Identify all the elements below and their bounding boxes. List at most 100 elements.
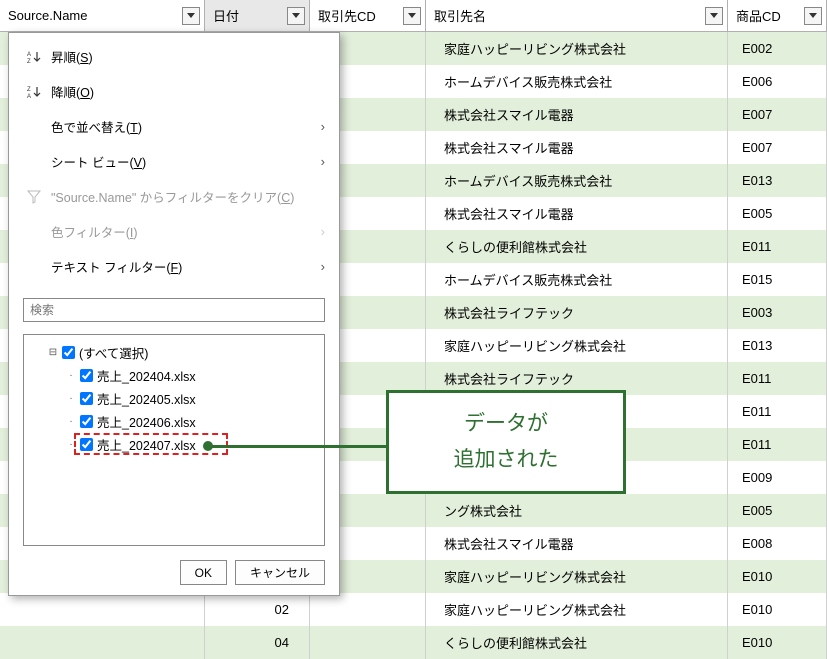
chevron-right-icon: ›: [321, 154, 325, 169]
color-filter-label: 色フィルター(I): [51, 222, 321, 241]
dropdown-product[interactable]: [804, 7, 822, 25]
filter-value-label: 売上_202406.xlsx: [97, 412, 196, 431]
svg-text:A: A: [27, 94, 31, 99]
cell-product: E011: [728, 230, 827, 263]
select-all-item[interactable]: ⊟ (すべて選択): [28, 341, 320, 364]
header-product-label: 商品CD: [736, 6, 800, 25]
sort-by-color[interactable]: 色で並べ替え(T) ›: [9, 109, 339, 144]
header-cd-label: 取引先CD: [318, 6, 399, 25]
svg-text:Z: Z: [27, 87, 31, 93]
chevron-down-icon: [710, 13, 718, 18]
svg-text:A: A: [27, 52, 31, 58]
cell-product: E013: [728, 329, 827, 362]
color-filter: 色フィルター(I) ›: [9, 214, 339, 249]
text-filter[interactable]: テキスト フィルター(F) ›: [9, 249, 339, 284]
annotation-callout: データが 追加された: [386, 390, 626, 494]
cell-product: E011: [728, 395, 827, 428]
table-header: Source.Name 日付 取引先CD 取引先名 商品CD: [0, 0, 827, 32]
tree-leaf-icon: ·: [64, 393, 78, 404]
filter-value-item[interactable]: · 売上_202404.xlsx: [28, 364, 320, 387]
svg-text:Z: Z: [27, 59, 31, 64]
menu-list: AZ 昇順(S) ZA 降順(O) 色で並べ替え(T) › シート ビュー(V)…: [9, 33, 339, 290]
header-source: Source.Name: [0, 0, 205, 31]
cell-name: 家庭ハッピーリビング株式会社: [426, 32, 728, 65]
filter-values-area: ⊟ (すべて選択) · 売上_202404.xlsx · 売上_202405.x…: [23, 334, 325, 546]
cell-source: [0, 626, 205, 659]
sort-by-color-label: 色で並べ替え(T): [51, 117, 321, 136]
sheet-view[interactable]: シート ビュー(V) ›: [9, 144, 339, 179]
cell-name: 家庭ハッピーリビング株式会社: [426, 329, 728, 362]
cell-date-fragment: 04: [205, 626, 310, 659]
filter-dropdown-panel: AZ 昇順(S) ZA 降順(O) 色で並べ替え(T) › シート ビュー(V)…: [8, 32, 340, 596]
funnel-clear-icon: [27, 190, 51, 204]
cancel-button[interactable]: キャンセル: [235, 560, 325, 585]
search-input[interactable]: [23, 298, 325, 322]
select-all-label: (すべて選択): [79, 343, 148, 362]
filter-value-label: 売上_202407.xlsx: [97, 435, 196, 454]
sort-ascending[interactable]: AZ 昇順(S): [9, 39, 339, 74]
cell-source: [0, 593, 205, 626]
cell-name: ホームデバイス販売株式会社: [426, 65, 728, 98]
header-name-label: 取引先名: [434, 6, 701, 25]
header-cd: 取引先CD: [310, 0, 426, 31]
filter-value-checkbox[interactable]: [80, 369, 93, 382]
sheet-view-label: シート ビュー(V): [51, 152, 321, 171]
cell-product: E005: [728, 494, 827, 527]
filter-value-item[interactable]: · 売上_202405.xlsx: [28, 387, 320, 410]
dropdown-cd[interactable]: [403, 7, 421, 25]
cell-product: E005: [728, 197, 827, 230]
chevron-right-icon: ›: [321, 119, 325, 134]
callout-text-2: 追加された: [454, 442, 559, 478]
cell-cd: [310, 626, 426, 659]
cell-product: E013: [728, 164, 827, 197]
search-container: [9, 290, 339, 330]
tree-leaf-icon: ·: [64, 416, 78, 427]
filter-value-label: 売上_202404.xlsx: [97, 366, 196, 385]
dropdown-source[interactable]: [182, 7, 200, 25]
header-product: 商品CD: [728, 0, 827, 31]
cell-date-fragment: 02: [205, 593, 310, 626]
filter-value-checkbox[interactable]: [80, 392, 93, 405]
filter-value-checkbox[interactable]: [80, 438, 93, 451]
table-row[interactable]: 02 家庭ハッピーリビング株式会社 E010: [0, 593, 827, 626]
cell-name: くらしの便利館株式会社: [426, 626, 728, 659]
cell-cd: [310, 593, 426, 626]
dropdown-name[interactable]: [705, 7, 723, 25]
filter-value-label: 売上_202405.xlsx: [97, 389, 196, 408]
filter-value-checkbox[interactable]: [80, 415, 93, 428]
chevron-right-icon: ›: [321, 259, 325, 274]
sort-descending[interactable]: ZA 降順(O): [9, 74, 339, 109]
cell-product: E010: [728, 626, 827, 659]
ok-button[interactable]: OK: [180, 560, 227, 585]
cell-product: E011: [728, 362, 827, 395]
filter-value-item[interactable]: · 売上_202406.xlsx: [28, 410, 320, 433]
cell-product: E007: [728, 98, 827, 131]
cell-name: 株式会社スマイル電器: [426, 98, 728, 131]
select-all-checkbox[interactable]: [62, 346, 75, 359]
table-row[interactable]: 04 くらしの便利館株式会社 E010: [0, 626, 827, 659]
header-source-label: Source.Name: [8, 8, 178, 23]
cell-name: 株式会社スマイル電器: [426, 131, 728, 164]
cell-name: 家庭ハッピーリビング株式会社: [426, 593, 728, 626]
tree-collapse-icon[interactable]: ⊟: [46, 347, 60, 358]
chevron-down-icon: [292, 13, 300, 18]
sort-desc-icon: ZA: [27, 85, 51, 99]
cell-product: E008: [728, 527, 827, 560]
cell-name: ホームデバイス販売株式会社: [426, 164, 728, 197]
callout-text-1: データが: [464, 406, 548, 442]
dropdown-date[interactable]: [287, 7, 305, 25]
callout-connector: [205, 445, 386, 448]
tree-leaf-icon: ·: [64, 439, 78, 450]
sort-asc-label: 昇順(S): [51, 47, 325, 66]
cell-name: 株式会社スマイル電器: [426, 197, 728, 230]
cell-product: E010: [728, 560, 827, 593]
sort-asc-icon: AZ: [27, 50, 51, 64]
cell-name: ング株式会社: [426, 494, 728, 527]
header-date: 日付: [205, 0, 310, 31]
chevron-right-icon: ›: [321, 224, 325, 239]
cell-product: E015: [728, 263, 827, 296]
cell-product: E010: [728, 593, 827, 626]
cell-product: E009: [728, 461, 827, 494]
cell-name: 株式会社ライフテック: [426, 296, 728, 329]
chevron-down-icon: [187, 13, 195, 18]
